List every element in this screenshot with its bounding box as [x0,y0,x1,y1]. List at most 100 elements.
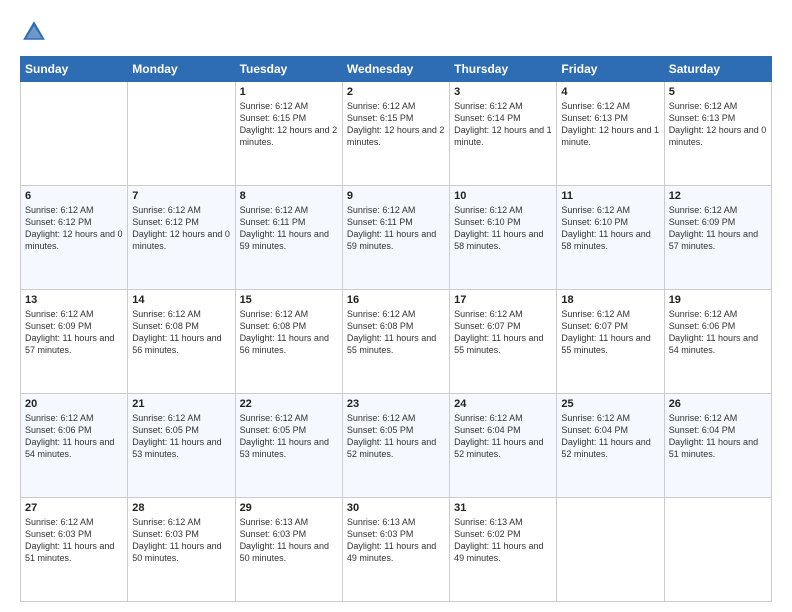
calendar-cell: 8 Sunrise: 6:12 AM Sunset: 6:11 PM Daylig… [235,186,342,290]
calendar-cell: 3Sunrise: 6:12 AM Sunset: 6:14 PM Daylig… [450,82,557,186]
day-number: 9 [347,190,445,202]
day-number: 29 [240,502,338,514]
calendar-header-tuesday: Tuesday [235,57,342,82]
cell-content: Sunrise: 6:12 AM Sunset: 6:07 PM Dayligh… [454,308,552,357]
logo-icon [20,18,48,46]
cell-content: Sunrise: 6:12 AM Sunset: 6:06 PM Dayligh… [25,412,123,461]
cell-content: Sunrise: 6:12 AM Sunset: 6:10 PM Dayligh… [454,204,552,253]
day-number: 20 [25,398,123,410]
day-number: 16 [347,294,445,306]
calendar-cell: 19 Sunrise: 6:12 AM Sunset: 6:06 PM Dayli… [664,290,771,394]
calendar-header-thursday: Thursday [450,57,557,82]
calendar-header-monday: Monday [128,57,235,82]
calendar-cell: 12Sunrise: 6:12 AM Sunset: 6:09 PM Dayli… [664,186,771,290]
day-number: 14 [132,294,230,306]
cell-content: Sunrise: 6:12 AM Sunset: 6:15 PM Dayligh… [240,100,338,149]
cell-content: Sunrise: 6:12 AM Sunset: 6:04 PM Dayligh… [561,412,659,461]
cell-content: Sunrise: 6:12 AM Sunset: 6:11 PM Dayligh… [240,204,338,253]
calendar-table: SundayMondayTuesdayWednesdayThursdayFrid… [20,56,772,602]
cell-content: Sunrise: 6:12 AM Sunset: 6:09 PM Dayligh… [25,308,123,357]
logo [20,18,52,46]
calendar-header-saturday: Saturday [664,57,771,82]
calendar-cell: 11 Sunrise: 6:12 AM Sunset: 6:10 PM Dayli… [557,186,664,290]
calendar-cell [557,498,664,602]
day-number: 8 [240,190,338,202]
calendar-week-row: 27 Sunrise: 6:12 AM Sunset: 6:03 PM Dayli… [21,498,772,602]
calendar-cell: 29 Sunrise: 6:13 AM Sunset: 6:03 PM Dayli… [235,498,342,602]
day-number: 1 [240,86,338,98]
cell-content: Sunrise: 6:12 AM Sunset: 6:05 PM Dayligh… [132,412,230,461]
cell-content: Sunrise: 6:13 AM Sunset: 6:02 PM Dayligh… [454,516,552,565]
cell-content: Sunrise: 6:12 AM Sunset: 6:12 PM Dayligh… [132,204,230,253]
day-number: 4 [561,86,659,98]
cell-content: Sunrise: 6:13 AM Sunset: 6:03 PM Dayligh… [347,516,445,565]
cell-content: Sunrise: 6:12 AM Sunset: 6:14 PM Dayligh… [454,100,552,149]
calendar-header-wednesday: Wednesday [342,57,449,82]
calendar-week-row: 20 Sunrise: 6:12 AM Sunset: 6:06 PM Dayli… [21,394,772,498]
cell-content: Sunrise: 6:12 AM Sunset: 6:03 PM Dayligh… [132,516,230,565]
cell-content: Sunrise: 6:12 AM Sunset: 6:05 PM Dayligh… [347,412,445,461]
cell-content: Sunrise: 6:12 AM Sunset: 6:12 PM Dayligh… [25,204,123,253]
day-number: 24 [454,398,552,410]
day-number: 30 [347,502,445,514]
cell-content: Sunrise: 6:12 AM Sunset: 6:05 PM Dayligh… [240,412,338,461]
calendar-cell: 7 Sunrise: 6:12 AM Sunset: 6:12 PM Daylig… [128,186,235,290]
cell-content: Sunrise: 6:12 AM Sunset: 6:04 PM Dayligh… [454,412,552,461]
calendar-cell: 25 Sunrise: 6:12 AM Sunset: 6:04 PM Dayli… [557,394,664,498]
day-number: 19 [669,294,767,306]
day-number: 2 [347,86,445,98]
calendar-cell [128,82,235,186]
day-number: 15 [240,294,338,306]
cell-content: Sunrise: 6:12 AM Sunset: 6:08 PM Dayligh… [240,308,338,357]
calendar-cell [21,82,128,186]
day-number: 17 [454,294,552,306]
day-number: 18 [561,294,659,306]
cell-content: Sunrise: 6:12 AM Sunset: 6:04 PM Dayligh… [669,412,767,461]
cell-content: Sunrise: 6:12 AM Sunset: 6:09 PM Dayligh… [669,204,767,253]
calendar-cell: 2 Sunrise: 6:12 AM Sunset: 6:15 PM Daylig… [342,82,449,186]
calendar-cell: 14 Sunrise: 6:12 AM Sunset: 6:08 PM Dayli… [128,290,235,394]
calendar-cell: 31 Sunrise: 6:13 AM Sunset: 6:02 PM Dayli… [450,498,557,602]
calendar-cell: 16 Sunrise: 6:12 AM Sunset: 6:08 PM Dayli… [342,290,449,394]
cell-content: Sunrise: 6:12 AM Sunset: 6:03 PM Dayligh… [25,516,123,565]
cell-content: Sunrise: 6:12 AM Sunset: 6:08 PM Dayligh… [347,308,445,357]
cell-content: Sunrise: 6:12 AM Sunset: 6:08 PM Dayligh… [132,308,230,357]
calendar-cell: 6 Sunrise: 6:12 AM Sunset: 6:12 PM Daylig… [21,186,128,290]
cell-content: Sunrise: 6:12 AM Sunset: 6:06 PM Dayligh… [669,308,767,357]
day-number: 11 [561,190,659,202]
calendar-cell: 1 Sunrise: 6:12 AM Sunset: 6:15 PM Daylig… [235,82,342,186]
day-number: 6 [25,190,123,202]
calendar-cell: 15 Sunrise: 6:12 AM Sunset: 6:08 PM Dayli… [235,290,342,394]
calendar-cell: 27 Sunrise: 6:12 AM Sunset: 6:03 PM Dayli… [21,498,128,602]
day-number: 10 [454,190,552,202]
day-number: 7 [132,190,230,202]
day-number: 5 [669,86,767,98]
cell-content: Sunrise: 6:12 AM Sunset: 6:11 PM Dayligh… [347,204,445,253]
cell-content: Sunrise: 6:12 AM Sunset: 6:15 PM Dayligh… [347,100,445,149]
cell-content: Sunrise: 6:12 AM Sunset: 6:10 PM Dayligh… [561,204,659,253]
cell-content: Sunrise: 6:13 AM Sunset: 6:03 PM Dayligh… [240,516,338,565]
header [20,18,772,46]
cell-content: Sunrise: 6:12 AM Sunset: 6:13 PM Dayligh… [561,100,659,149]
page: SundayMondayTuesdayWednesdayThursdayFrid… [0,0,792,612]
cell-content: Sunrise: 6:12 AM Sunset: 6:13 PM Dayligh… [669,100,767,149]
calendar-header-sunday: Sunday [21,57,128,82]
calendar-cell: 13Sunrise: 6:12 AM Sunset: 6:09 PM Dayli… [21,290,128,394]
day-number: 23 [347,398,445,410]
calendar-week-row: 6 Sunrise: 6:12 AM Sunset: 6:12 PM Daylig… [21,186,772,290]
calendar-week-row: 13Sunrise: 6:12 AM Sunset: 6:09 PM Dayli… [21,290,772,394]
day-number: 25 [561,398,659,410]
day-number: 26 [669,398,767,410]
calendar-cell: 22Sunrise: 6:12 AM Sunset: 6:05 PM Dayli… [235,394,342,498]
day-number: 31 [454,502,552,514]
calendar-cell: 17 Sunrise: 6:12 AM Sunset: 6:07 PM Dayli… [450,290,557,394]
calendar-cell [664,498,771,602]
calendar-header-friday: Friday [557,57,664,82]
day-number: 27 [25,502,123,514]
calendar-cell: 23 Sunrise: 6:12 AM Sunset: 6:05 PM Dayli… [342,394,449,498]
calendar-cell: 9 Sunrise: 6:12 AM Sunset: 6:11 PM Daylig… [342,186,449,290]
calendar-cell: 21Sunrise: 6:12 AM Sunset: 6:05 PM Dayli… [128,394,235,498]
calendar-cell: 20 Sunrise: 6:12 AM Sunset: 6:06 PM Dayli… [21,394,128,498]
calendar-cell: 24 Sunrise: 6:12 AM Sunset: 6:04 PM Dayli… [450,394,557,498]
calendar-week-row: 1 Sunrise: 6:12 AM Sunset: 6:15 PM Daylig… [21,82,772,186]
